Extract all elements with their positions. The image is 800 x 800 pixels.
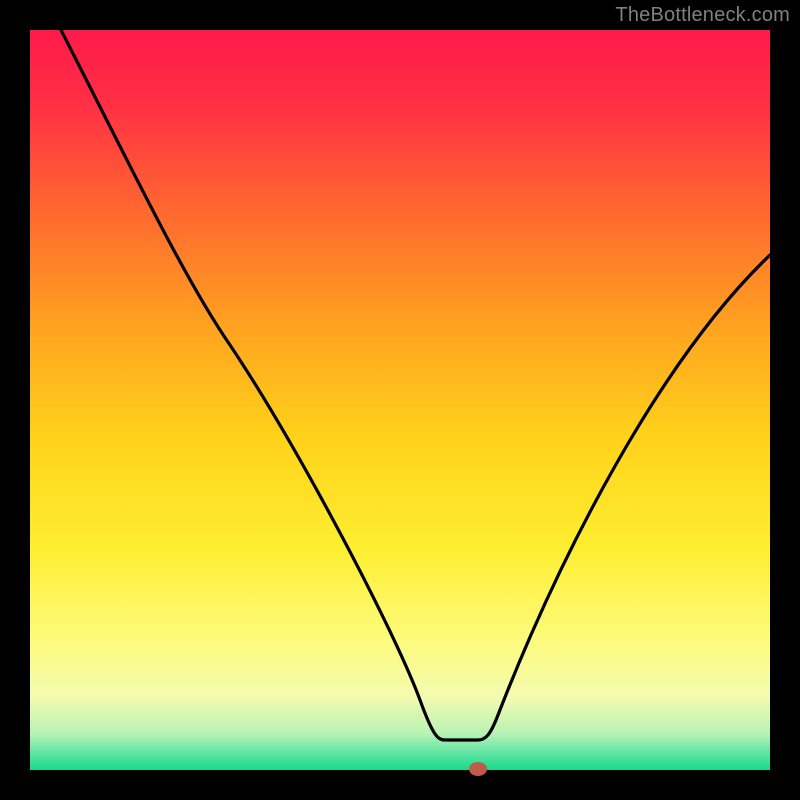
gradient-background	[30, 30, 770, 770]
attribution-text: TheBottleneck.com	[615, 4, 790, 27]
chart-svg	[30, 30, 770, 770]
optimal-point-marker	[469, 762, 487, 776]
plot-area	[30, 30, 770, 770]
chart-frame: TheBottleneck.com	[0, 0, 800, 800]
